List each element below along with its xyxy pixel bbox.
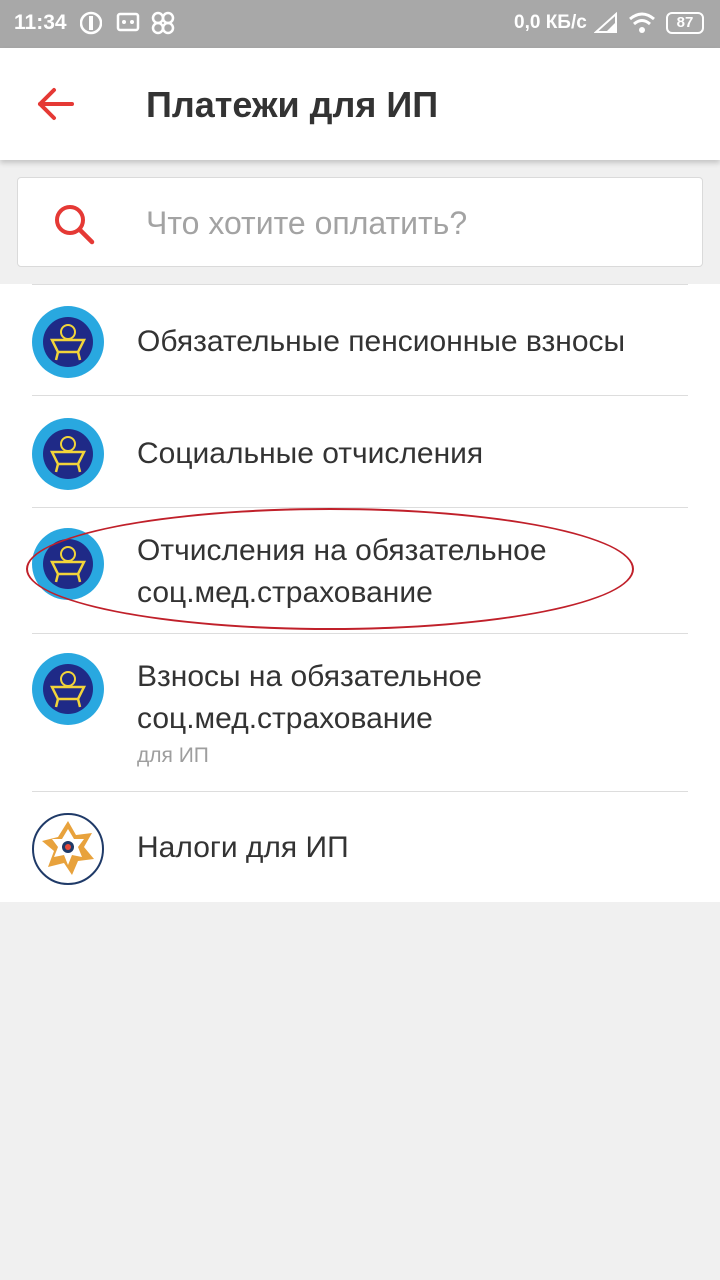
list-item-medical-insurance-deductions[interactable]: Отчисления на обязательное соц.мед.страх… [0, 508, 720, 634]
search-box[interactable] [17, 177, 703, 268]
list-item-label: Налоги для ИП [137, 831, 349, 864]
list-item-label-line1: Отчисления на обязательное [137, 534, 547, 567]
list-item-label-line2: соц.мед.страхование [137, 702, 433, 735]
fan-icon [150, 10, 176, 42]
list-item-label-line1: Взносы на обязательное [137, 660, 482, 693]
battery-indicator: 87 [666, 12, 704, 34]
enpf-logo-icon [32, 418, 104, 490]
app-bar: Платежи для ИП [0, 48, 720, 160]
status-time: 11:34 [14, 11, 67, 34]
enpf-logo-icon [32, 653, 104, 725]
enpf-logo-icon [32, 306, 104, 378]
search-input[interactable] [144, 178, 688, 268]
wifi-icon [628, 12, 656, 40]
tax-committee-logo-icon [32, 813, 104, 885]
notification-app-icon [79, 10, 103, 42]
back-button[interactable] [28, 76, 84, 132]
list-item-medical-insurance-contributions[interactable]: Взносы на обязательное соц.мед.страхован… [0, 634, 720, 792]
cassette-icon [116, 10, 140, 40]
list-item-social-contributions[interactable]: Социальные отчисления [0, 396, 720, 508]
list-item-label: Обязательные пенсионные взносы [137, 325, 626, 358]
page-title: Платежи для ИП [146, 84, 439, 125]
list-item-label: Социальные отчисления [137, 437, 484, 470]
payments-list: Обязательные пенсионные взносы Социальны… [0, 284, 720, 902]
arrow-left-icon [38, 88, 74, 120]
network-speed: 0,0 КБ/с [514, 12, 587, 33]
list-item-taxes[interactable]: Налоги для ИП [0, 792, 720, 902]
signal-icon [593, 11, 618, 40]
status-bar: 11:34 0,0 КБ/с 87 [0, 0, 720, 48]
list-item-sublabel: для ИП [137, 744, 209, 767]
list-item-label-line2: соц.мед.страхование [137, 576, 433, 609]
list-item-pension-contributions[interactable]: Обязательные пенсионные взносы [0, 284, 720, 396]
enpf-logo-icon [32, 528, 104, 600]
search-icon [55, 205, 95, 245]
